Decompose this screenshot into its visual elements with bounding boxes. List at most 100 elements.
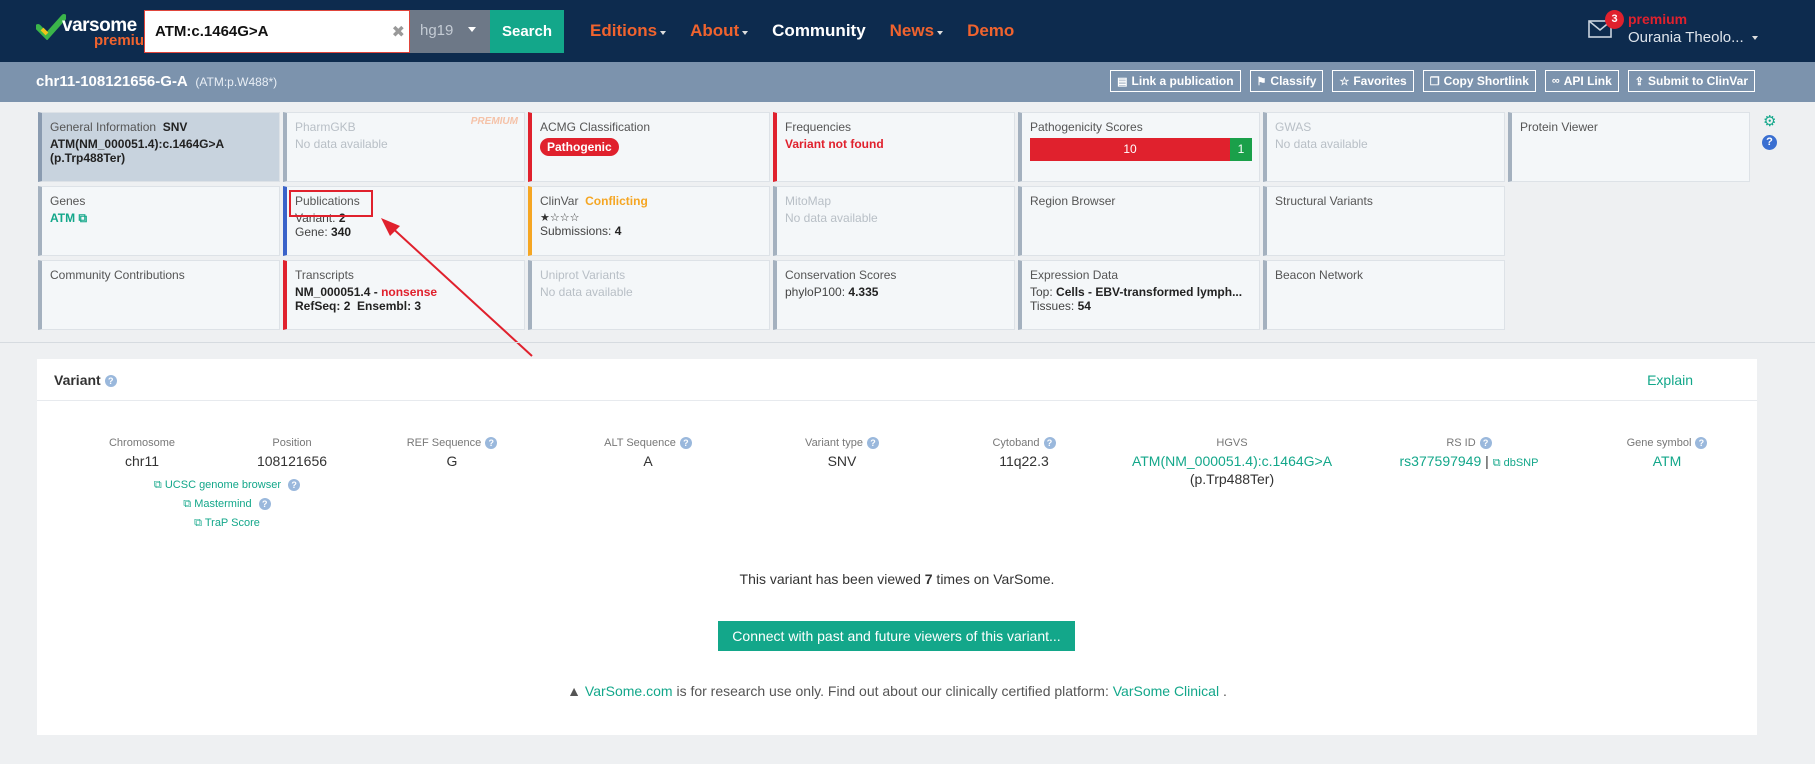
tile-title: Protein Viewer [1520,120,1598,134]
rsid-link[interactable]: rs377597949 [1400,453,1482,469]
classify-button[interactable]: ⚑ Classify [1249,70,1324,92]
varsome-logo[interactable]: varsome premium [36,12,157,52]
dbsnp-label: dbSNP [1503,457,1539,470]
user-menu[interactable]: Ourania Theolo... [1628,29,1744,46]
search-button[interactable]: Search [490,10,564,53]
phylop-label: phyloP100: [785,285,846,299]
panel-header: Variant? Explain [37,359,1757,401]
refseq-label: RefSeq: [295,299,341,313]
genome-select[interactable]: hg19 [410,10,490,53]
tile-status: No data available [1275,137,1368,151]
tile-community-contributions[interactable]: Community Contributions [38,260,280,330]
mastermind-label: Mastermind [194,498,252,510]
copy-shortlink-button[interactable]: ❐ Copy Shortlink [1422,70,1536,92]
ucsc-link[interactable]: ⧉ UCSC genome browser ? [97,479,357,492]
col-value: SNV [827,453,857,470]
gene-pub-count: 340 [331,225,352,239]
external-link-icon[interactable]: ⧉ [78,211,87,225]
gear-icon[interactable]: ⚙ [1763,112,1776,130]
tile-beacon-network[interactable]: Beacon Network [1263,260,1505,330]
help-icon[interactable]: ? [1043,437,1056,450]
tile-gwas[interactable]: GWAS No data available [1263,112,1505,182]
help-icon[interactable]: ? [1695,437,1708,450]
variant-protein: (ATM:p.W488*) [195,75,278,89]
variant-subheader: chr11-108121656-G-A (ATM:p.W488*) ▤ Link … [0,62,1815,102]
tile-pharmgkb[interactable]: PharmGKB No data available PREMIUM [283,112,525,182]
col-hgvs: HGVS ATM(NM_000051.4):c.1464G>A (p.Trp48… [1087,437,1377,487]
help-icon[interactable]: ? [288,479,301,492]
protein-change: (p.Trp488Ter) [50,151,126,165]
api-link-button[interactable]: ∞ API Link [1544,70,1619,92]
tile-conservation-scores[interactable]: Conservation Scores phyloP100: 4.335 [773,260,1015,330]
tile-protein-viewer[interactable]: Protein Viewer [1508,112,1750,182]
clear-icon[interactable]: ✖ [392,22,405,42]
submit-clinvar-button[interactable]: ⇪ Submit to ClinVar [1627,70,1755,92]
main-nav: Editions About Community News Demo [590,21,1038,41]
notification-badge[interactable]: 3 [1605,10,1624,29]
tile-title: Community Contributions [50,268,185,282]
col-rs-id: RS ID? rs377597949 | ⧉ dbSNP [1359,437,1579,470]
help-icon[interactable]: ? [485,437,498,450]
col-label: RS ID [1446,437,1476,449]
col-label: ALT Sequence [604,437,676,449]
tile-title: Uniprot Variants [540,268,626,282]
tile-mitomap[interactable]: MitoMap No data available [773,186,1015,256]
tile-pathogenicity-scores[interactable]: Pathogenicity Scores 10 1 [1018,112,1260,182]
tile-frequencies[interactable]: Frequencies Variant not found [773,112,1015,182]
tile-general-information[interactable]: General Information SNV ATM(NM_000051.4)… [38,112,280,182]
help-icon[interactable]: ? [1762,135,1777,150]
col-label: Gene symbol [1626,437,1692,449]
nav-news[interactable]: News [890,21,944,41]
favorites-button[interactable]: ☆ Favorites [1332,70,1414,92]
link-icon: ∞ [1551,75,1560,87]
top-label: Top: [1030,285,1053,299]
nav-demo-label: Demo [967,21,1015,40]
help-icon[interactable]: ? [104,375,117,388]
col-alt-sequence: ALT Sequence? A [553,437,743,469]
caret-down-icon [468,27,476,32]
tile-title: Pathogenicity Scores [1030,120,1143,134]
nav-community[interactable]: Community [772,21,866,41]
varsome-link[interactable]: VarSome.com [585,683,673,699]
gene-symbol-link[interactable]: ATM [1567,453,1767,469]
trap-score-link[interactable]: ⧉ TraP Score [97,517,357,530]
tile-title: Conservation Scores [785,268,897,282]
tile-uniprot-variants[interactable]: Uniprot Variants No data available [528,260,770,330]
dbsnp-link[interactable]: ⧉ dbSNP [1493,457,1539,469]
nav-demo[interactable]: Demo [967,21,1014,41]
tile-acmg-classification[interactable]: ACMG Classification Pathogenic [528,112,770,182]
tile-genes[interactable]: Genes ATM ⧉ [38,186,280,256]
help-icon[interactable]: ? [866,437,879,450]
variant-panel: Variant? Explain Chromosome chr11 Positi… [37,359,1757,735]
mastermind-link[interactable]: ⧉ Mastermind ? [97,498,357,511]
link-publication-button[interactable]: ▤ Link a publication [1110,70,1241,92]
nav-about[interactable]: About [690,21,749,41]
col-chromosome: Chromosome chr11 [67,437,217,469]
clinvar-status: Conflicting [585,194,648,208]
tile-structural-variants[interactable]: Structural Variants [1263,186,1505,256]
tile-transcripts[interactable]: Transcripts NM_000051.4 - nonsense RefSe… [283,260,525,330]
caret-down-icon[interactable] [1752,36,1758,40]
gene-link[interactable]: ATM [50,211,75,225]
tile-region-browser[interactable]: Region Browser [1018,186,1260,256]
tile-title: ACMG Classification [540,120,651,134]
tile-clinvar[interactable]: ClinVar Conflicting ★☆☆☆ Submissions: 4 [528,186,770,256]
nav-community-label: Community [772,21,866,40]
col-value: chr11 [125,453,159,469]
hgvs-link[interactable]: ATM(NM_000051.4):c.1464G>A [1087,453,1377,469]
col-value: G [446,453,458,470]
transcript-sep: - [370,285,382,299]
help-icon[interactable]: ? [679,437,692,450]
varsome-clinical-link[interactable]: VarSome Clinical [1113,683,1219,699]
search-input[interactable] [145,11,375,52]
col-value: 108121656 [256,453,328,469]
explain-button[interactable]: Explain [1647,372,1693,388]
help-icon[interactable]: ? [1479,437,1492,450]
variant-id: chr11-108121656-G-A (ATM:p.W488*) [36,73,277,90]
connect-viewers-button[interactable]: Connect with past and future viewers of … [718,621,1075,651]
help-icon[interactable]: ? [258,498,271,511]
tile-expression-data[interactable]: Expression Data Top: Cells - EBV-transfo… [1018,260,1260,330]
nav-about-label: About [690,21,740,40]
frequency-status: Variant not found [785,137,884,151]
nav-editions[interactable]: Editions [590,21,667,41]
